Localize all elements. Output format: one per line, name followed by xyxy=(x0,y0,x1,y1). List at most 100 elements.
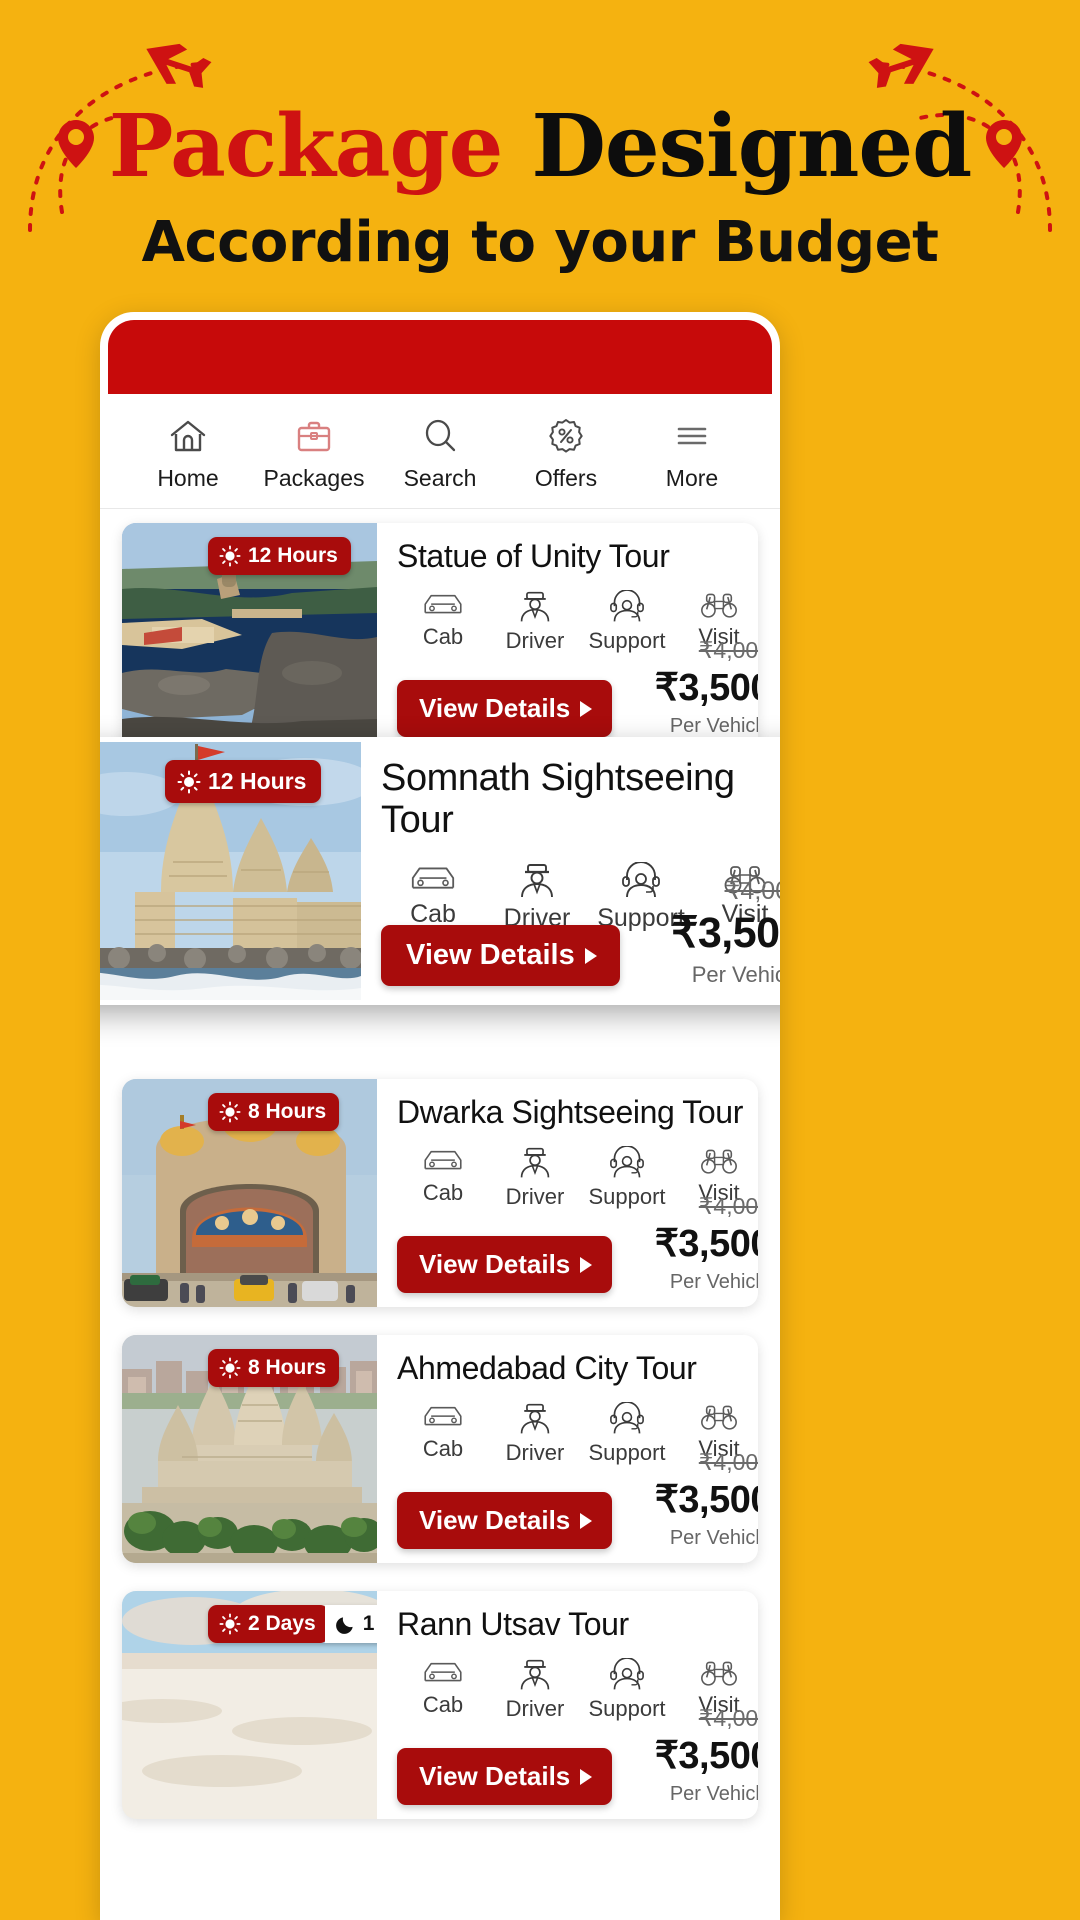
headset-support-icon xyxy=(610,1658,644,1690)
car-icon xyxy=(424,595,462,614)
caret-right-icon xyxy=(580,700,593,717)
price-discounted: ₹3,500 xyxy=(654,1479,758,1522)
moon-icon xyxy=(335,1617,353,1634)
view-details-button[interactable]: View Details xyxy=(397,1492,613,1549)
hero-subtitle: According to your Budget xyxy=(141,210,939,275)
package-title: Ahmedabad City Tour xyxy=(397,1350,697,1386)
package-details: Rann Utsav Tour Cab Driver Support Visit… xyxy=(377,1591,758,1819)
view-details-button[interactable]: View Details xyxy=(397,680,613,737)
package-title: Statue of Unity Tour xyxy=(397,538,670,574)
duration-text: 8 Hours xyxy=(248,1356,327,1379)
price-unit: Per Vehicle xyxy=(669,1527,758,1549)
caret-right-icon xyxy=(580,1256,593,1273)
binoculars-icon xyxy=(701,1661,737,1686)
duration-badges: 8 Hours xyxy=(208,1093,340,1131)
duration-badge-days: 12 Hours xyxy=(165,760,322,803)
nav-item-offers[interactable]: Offers xyxy=(504,416,628,492)
duration-badge-nights: 1 Night xyxy=(324,1605,377,1643)
nav-item-more[interactable]: More xyxy=(630,416,754,492)
price-unit: Per Vehicle xyxy=(669,715,758,737)
home-icon xyxy=(168,416,208,456)
sun-icon xyxy=(219,1357,241,1379)
headset-support-icon xyxy=(610,1146,644,1178)
driver-icon xyxy=(520,1404,550,1434)
price-discounted: ₹3,500 xyxy=(671,908,780,957)
discount-icon xyxy=(546,416,586,456)
duration-badge-days: 8 Hours xyxy=(208,1349,340,1387)
package-footer: View Details ₹4,000 ₹3,500 Per Vehicle xyxy=(397,1194,758,1293)
package-thumbnail: 2 Days 1 Night xyxy=(122,1591,377,1819)
package-card[interactable]: 8 Hours Dwarka Sightseeing Tour Cab Driv… xyxy=(122,1079,758,1307)
sun-icon xyxy=(219,545,241,567)
nights-text: 1 Night xyxy=(362,1612,377,1635)
package-card[interactable]: 2 Days 1 Night Rann Utsav Tour xyxy=(122,1591,758,1819)
package-title: Rann Utsav Tour xyxy=(397,1606,629,1642)
package-footer: View Details ₹4,000 ₹3,500 Per Vehicle xyxy=(397,1706,758,1805)
duration-badge-days: 2 Days xyxy=(208,1605,329,1643)
car-icon xyxy=(424,1663,462,1682)
airplane-icon xyxy=(868,43,934,88)
search-icon xyxy=(420,416,460,456)
nav-label-offers: Offers xyxy=(534,465,598,491)
nav-item-packages[interactable]: Packages xyxy=(252,416,376,492)
nav-label-search: Search xyxy=(403,465,477,491)
package-footer: View Details ₹4,000 ₹3,500 Per Vehicle xyxy=(397,638,758,737)
package-details: Ahmedabad City Tour Cab Driver Support V… xyxy=(377,1335,758,1563)
caret-right-icon xyxy=(584,947,597,964)
nav-item-home[interactable]: Home xyxy=(126,416,250,492)
duration-text: 12 Hours xyxy=(208,768,307,794)
nav-label-packages: Packages xyxy=(263,465,365,491)
hero-title-word-1: Package xyxy=(108,96,504,197)
headset-support-icon xyxy=(610,1402,644,1434)
package-footer: View Details ₹4,000 ₹3,500 Per Vehicle xyxy=(397,1450,758,1549)
package-details: Somnath Sightseeing Tour Cab Driver Supp… xyxy=(361,742,780,1000)
duration-badges: 8 Hours xyxy=(208,1349,340,1387)
briefcase-icon xyxy=(294,416,334,456)
driver-icon xyxy=(520,1148,550,1178)
app-topbar xyxy=(108,320,772,394)
hero-title: Package Designed xyxy=(0,96,1080,197)
price-block: ₹4,000 ₹3,500 Per Vehicle xyxy=(655,1194,758,1293)
view-details-label: View Details xyxy=(419,1761,571,1791)
price-block: ₹4,000 ₹3,500 Per Vehicle xyxy=(655,1450,758,1549)
package-footer: View Details ₹4,000 ₹3,500 Per Vehicle xyxy=(381,877,780,987)
view-details-button[interactable]: View Details xyxy=(397,1748,613,1805)
price-original: ₹4,000 xyxy=(698,1192,758,1219)
binoculars-icon xyxy=(701,1149,737,1174)
price-unit: Per Vehicle xyxy=(691,961,780,987)
package-title: Dwarka Sightseeing Tour xyxy=(397,1094,743,1130)
price-block: ₹4,000 ₹3,500 Per Vehicle xyxy=(671,877,780,987)
package-card[interactable]: 12 Hours Statue of Unity Tour Cab Driver… xyxy=(122,523,758,751)
driver-icon xyxy=(520,1660,550,1690)
duration-text: 12 Hours xyxy=(248,544,338,567)
sun-icon xyxy=(219,1101,241,1123)
caret-right-icon xyxy=(580,1768,593,1785)
nav-item-search[interactable]: Search xyxy=(378,416,502,492)
package-details: Statue of Unity Tour Cab Driver Support … xyxy=(377,523,758,751)
app-bottom-nav: Home Packages Search Offers More xyxy=(100,394,780,509)
package-title: Somnath Sightseeing Tour xyxy=(381,757,735,841)
duration-text: 8 Hours xyxy=(248,1100,327,1123)
app-screenshot-frame: Home Packages Search Offers More 12 Hour… xyxy=(100,312,780,1920)
car-icon xyxy=(424,1407,462,1426)
sun-icon xyxy=(219,1613,241,1635)
duration-text: 2 Days xyxy=(248,1612,316,1635)
price-original: ₹4,000 xyxy=(698,636,758,663)
menu-icon xyxy=(672,416,712,456)
price-discounted: ₹3,500 xyxy=(654,1223,758,1266)
view-details-label: View Details xyxy=(419,693,571,723)
package-list: 12 Hours Statue of Unity Tour Cab Driver… xyxy=(100,509,780,1819)
hero-title-word-2: Designed xyxy=(531,96,972,197)
binoculars-icon xyxy=(701,1405,737,1430)
package-card-featured[interactable]: 12 Hours Somnath Sightseeing Tour Cab Dr… xyxy=(100,737,780,1005)
price-discounted: ₹3,500 xyxy=(654,1735,758,1778)
price-original: ₹4,000 xyxy=(698,1448,758,1475)
package-card[interactable]: 8 Hours Ahmedabad City Tour Cab Driver S… xyxy=(122,1335,758,1563)
airplane-icon xyxy=(146,43,212,88)
hero-section: Package Designed According to your Budge… xyxy=(0,0,1080,310)
sun-icon xyxy=(177,770,201,793)
nav-label-home: Home xyxy=(157,465,219,491)
price-unit: Per Vehicle xyxy=(669,1271,758,1293)
view-details-button[interactable]: View Details xyxy=(381,925,620,986)
view-details-button[interactable]: View Details xyxy=(397,1236,613,1293)
